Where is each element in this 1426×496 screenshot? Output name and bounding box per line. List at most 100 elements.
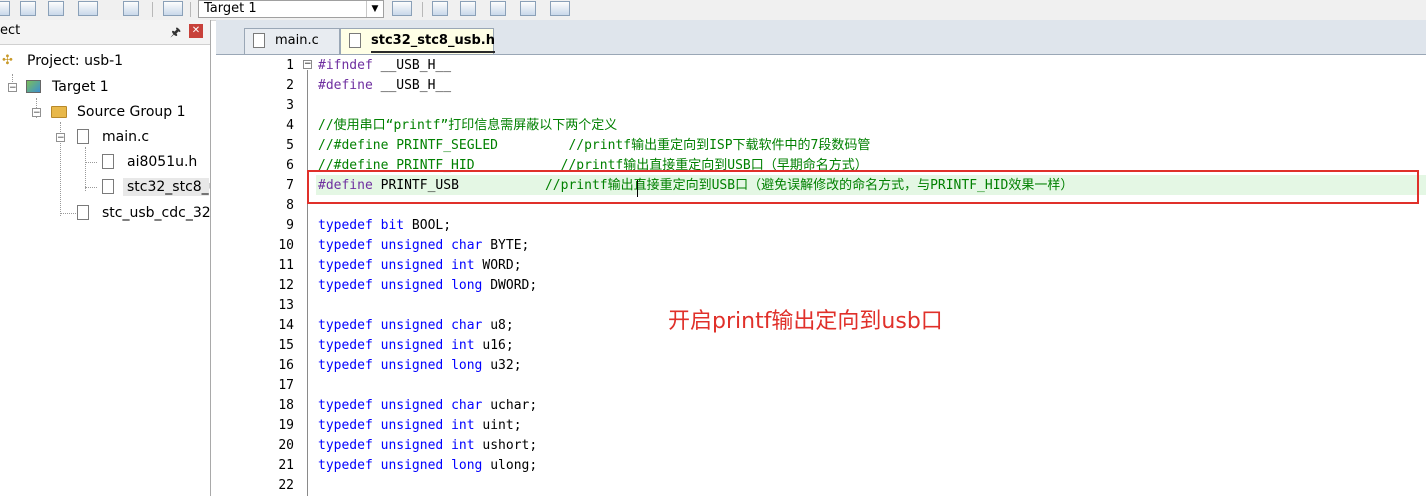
save-icon[interactable] — [20, 1, 36, 16]
tree-item-stc32-stc8-usb-h[interactable]: stc32_stc8_u — [0, 176, 210, 198]
code-token: uchar; — [482, 398, 538, 413]
code-token: ulong; — [482, 458, 538, 473]
pack-icon[interactable] — [460, 1, 476, 16]
code-line[interactable]: typedef unsigned int ushort; — [318, 436, 537, 456]
code-token: unsigned — [380, 338, 444, 353]
tab-stc32-stc8-usb-h[interactable]: stc32_stc8_usb.h — [340, 28, 495, 54]
code-line[interactable]: typedef bit BOOL; — [318, 216, 451, 236]
tree-item-ai8051u-h[interactable]: ai8051u.h — [0, 151, 210, 173]
toolbar-separator — [152, 2, 153, 17]
code-token: char — [451, 238, 483, 253]
filter-icon[interactable] — [490, 1, 506, 16]
code-token: BYTE; — [482, 238, 530, 253]
tree-item-source-group[interactable]: − Source Group 1 — [0, 101, 210, 123]
tab-main-c[interactable]: main.c — [244, 28, 340, 54]
code-token: u32; — [482, 358, 522, 373]
collapse-icon[interactable]: − — [8, 83, 17, 93]
manage-icon[interactable] — [432, 1, 448, 16]
batch-icon[interactable] — [78, 1, 98, 16]
code-token: unsigned — [380, 278, 444, 293]
settings-icon[interactable] — [123, 1, 139, 16]
project-panel-header: ect 🖈 ✕ — [0, 20, 210, 45]
funnel-icon[interactable] — [520, 1, 536, 16]
wizard-icon[interactable] — [392, 1, 412, 16]
tree-item-project[interactable]: ✣ Project: usb-1 — [0, 50, 210, 72]
file-icon — [77, 205, 89, 220]
line-number: 9 — [286, 218, 294, 233]
code-line[interactable]: #ifndef __USB_H__ — [318, 56, 451, 76]
pin-icon[interactable]: 🖈 — [170, 23, 181, 44]
code-line[interactable]: typedef unsigned long u32; — [318, 356, 522, 376]
code-token: unsigned — [380, 318, 444, 333]
code-line[interactable]: typedef unsigned int WORD; — [318, 256, 522, 276]
line-number: 8 — [286, 198, 294, 213]
tree-item-main-c[interactable]: − main.c — [0, 126, 210, 148]
code-token: unsigned — [380, 258, 444, 273]
collapse-icon[interactable]: − — [32, 108, 41, 118]
code-line[interactable]: #define __USB_H__ — [318, 76, 451, 96]
close-icon[interactable]: ✕ — [189, 24, 203, 38]
code-token: unsigned — [380, 458, 444, 473]
code-line[interactable]: typedef unsigned int uint; — [318, 416, 522, 436]
build-icon[interactable] — [48, 1, 64, 16]
code-token: //#define PRINTF_SEGLED //printf输出重定向到IS… — [318, 138, 871, 153]
code-line[interactable]: //使用串口“printf”打印信息需屏蔽以下两个定义 — [318, 116, 617, 136]
load-icon[interactable] — [0, 1, 10, 16]
target-select-value: Target 1 — [204, 1, 257, 16]
code-line[interactable]: typedef unsigned char uchar; — [318, 396, 537, 416]
code-line[interactable]: typedef unsigned char u8; — [318, 316, 514, 336]
target-select[interactable]: Target 1 ▼ — [198, 0, 384, 18]
tree-item-target[interactable]: − Target 1 — [0, 76, 210, 98]
code-token: unsigned — [380, 438, 444, 453]
code-token: char — [451, 318, 483, 333]
code-line[interactable]: typedef unsigned long ulong; — [318, 456, 537, 476]
code-token: typedef — [318, 258, 373, 273]
line-number: 4 — [286, 118, 294, 133]
panel-title: ect — [0, 23, 21, 38]
code-token: bit — [380, 218, 405, 233]
editor-tabs: main.c stc32_stc8_usb.h — [216, 20, 1426, 55]
text-caret — [637, 180, 638, 197]
code-token: u8; — [482, 318, 514, 333]
line-number-gutter: 1 2 3 4 5 6 7 8 9 10 11 12 13 14 15 16 17 18 19 20 21 22 — [216, 55, 302, 496]
code-line[interactable]: typedef unsigned long DWORD; — [318, 276, 537, 296]
code-token: DWORD; — [482, 278, 538, 293]
line-number: 7 — [286, 178, 294, 193]
code-token: #ifndef — [318, 58, 373, 73]
file-icon — [349, 33, 361, 48]
code-line[interactable]: //#define PRINTF_SEGLED //printf输出重定向到IS… — [318, 136, 870, 156]
code-token: //使用串口“printf”打印信息需屏蔽以下两个定义 — [318, 118, 618, 133]
line-number: 12 — [278, 278, 294, 293]
code-area[interactable]: #ifndef __USB_H__ #define __USB_H__//使用串口… — [316, 55, 1426, 496]
code-line[interactable]: typedef unsigned int u16; — [318, 336, 514, 356]
chevron-down-icon[interactable]: ▼ — [366, 1, 383, 17]
code-token: __USB_H__ — [372, 78, 452, 93]
tree-item-stc-usb-cdc[interactable]: stc_usb_cdc_32. — [0, 202, 210, 224]
file-icon — [77, 129, 89, 144]
chip-icon[interactable] — [550, 1, 570, 16]
tree-item-label: Project: usb-1 — [27, 53, 124, 69]
options-icon[interactable] — [163, 1, 183, 16]
code-token: int — [451, 438, 475, 453]
line-number: 16 — [278, 358, 294, 373]
code-line[interactable]: typedef unsigned char BYTE; — [318, 236, 529, 256]
fold-collapse-icon[interactable]: − — [303, 60, 312, 69]
code-token: long — [451, 458, 483, 473]
collapse-icon[interactable]: − — [56, 133, 65, 143]
code-token: #define — [318, 78, 373, 93]
line-number: 18 — [278, 398, 294, 413]
code-token: int — [451, 258, 475, 273]
project-icon: ✣ — [2, 53, 13, 68]
code-token: typedef — [318, 278, 373, 293]
